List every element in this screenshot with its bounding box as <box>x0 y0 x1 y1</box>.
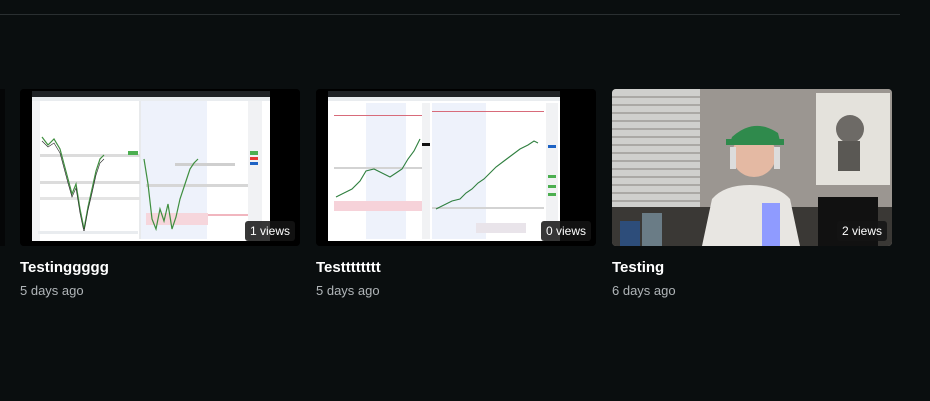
view-count-badge: 0 views <box>540 221 591 241</box>
video-card[interactable]: 2 views Testing 6 days ago <box>612 89 892 299</box>
video-card[interactable]: 1 views Testinggggg 5 days ago <box>20 89 300 299</box>
previous-card-edge <box>0 89 5 246</box>
video-thumbnail[interactable]: 1 views <box>20 89 300 246</box>
video-thumbnail[interactable]: 2 views <box>612 89 892 246</box>
video-card[interactable]: 0 views Testttttttt 5 days ago <box>316 89 596 299</box>
video-upload-age: 6 days ago <box>612 283 676 298</box>
top-divider <box>0 14 900 15</box>
video-upload-age: 5 days ago <box>316 283 380 298</box>
view-count-badge: 1 views <box>244 221 295 241</box>
video-thumbnail[interactable]: 0 views <box>316 89 596 246</box>
video-upload-age: 5 days ago <box>20 283 84 298</box>
video-title[interactable]: Testing <box>612 259 892 277</box>
video-title[interactable]: Testttttttt <box>316 259 596 277</box>
video-title[interactable]: Testinggggg <box>20 259 300 277</box>
view-count-badge: 2 views <box>836 221 887 241</box>
